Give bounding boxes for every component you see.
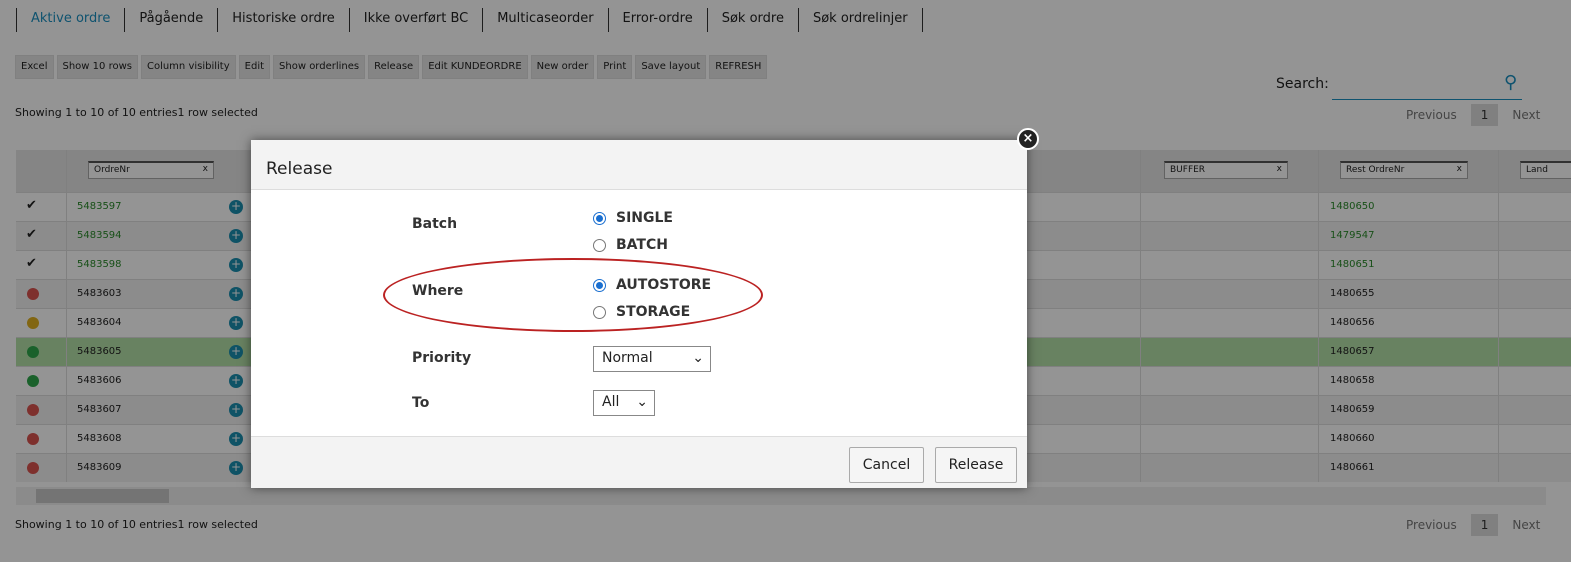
priority-select[interactable]: Normal ⌄ [593,346,711,372]
cancel-button[interactable]: Cancel [849,447,924,483]
priority-label: Priority [412,350,472,366]
radio-single[interactable]: SINGLE [593,210,673,226]
to-label: To [412,395,430,411]
close-icon[interactable]: × [1017,128,1039,150]
batch-label: Batch [412,216,458,232]
chevron-down-icon: ⌄ [692,350,704,366]
dialog-footer: Cancel Release [251,436,1027,488]
chevron-down-icon: ⌄ [636,394,648,410]
dialog-title: Release [251,140,1027,190]
release-button[interactable]: Release [935,447,1017,483]
to-select[interactable]: All ⌄ [593,390,655,416]
radio-batch[interactable]: BATCH [593,237,668,253]
annotation-ellipse [383,258,763,332]
